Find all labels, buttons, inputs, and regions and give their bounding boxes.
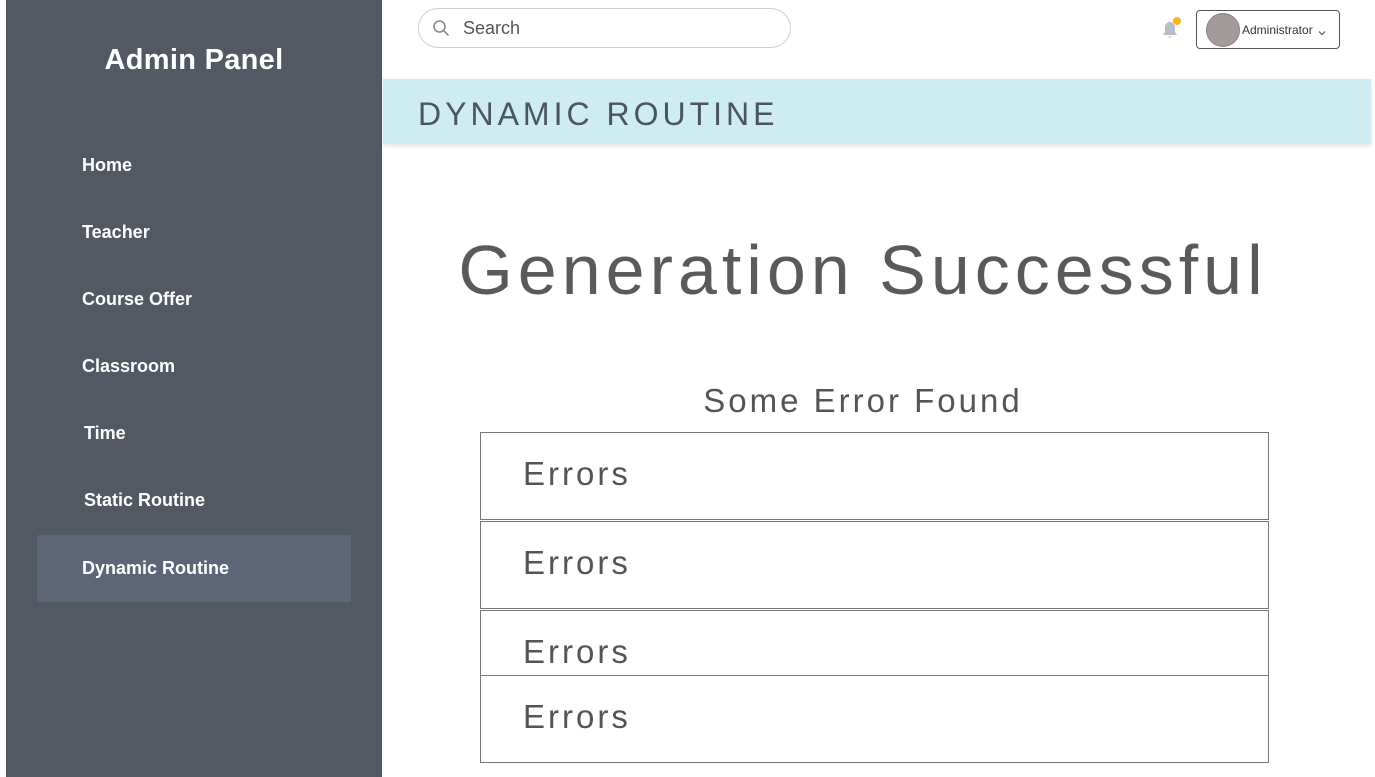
sidebar-item-home[interactable]: Home [37,132,351,199]
topbar: Administrator [382,0,1375,78]
sidebar: Admin Panel Home Teacher Course Offer Cl… [6,0,382,777]
sidebar-item-classroom[interactable]: Classroom [37,333,351,400]
error-item: Errors [480,521,1269,609]
search-box[interactable] [418,8,791,48]
error-label: Errors [523,633,631,670]
error-label: Errors [523,544,631,581]
sidebar-item-static-routine[interactable]: Static Routine [37,467,351,534]
avatar [1206,12,1240,47]
error-label: Errors [523,698,631,735]
page-header: DYNAMIC ROUTINE [383,79,1371,144]
error-label: Errors [523,455,631,492]
sidebar-item-course-offer[interactable]: Course Offer [37,266,351,333]
chevron-down-icon [1317,25,1327,35]
user-name: Administrator [1242,22,1313,37]
brand-title: Admin Panel [104,44,284,76]
sidebar-item-time[interactable]: Time [37,400,351,467]
error-item: Errors [480,432,1269,520]
user-menu-button[interactable]: Administrator [1196,10,1340,49]
notification-dot [1173,17,1181,25]
page-title: DYNAMIC ROUTINE [418,96,779,132]
sidebar-item-teacher[interactable]: Teacher [37,199,351,266]
search-input[interactable] [463,17,783,39]
error-item: Errors [480,675,1269,763]
search-icon [431,18,451,38]
generation-status-title: Generation Successful [458,231,1268,309]
error-subtitle: Some Error Found [703,382,1023,419]
sidebar-item-dynamic-routine[interactable]: Dynamic Routine [37,535,351,602]
